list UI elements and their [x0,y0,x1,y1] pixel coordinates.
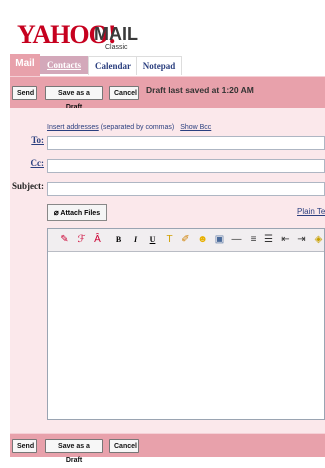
outdent-icon[interactable]: ⇤ [279,233,292,246]
compose-toolbar-top: Send Save as a Draft Cancel Draft last s… [10,76,325,111]
subject-label: Subject: [12,181,44,191]
tab-contacts[interactable]: Contacts [40,56,88,74]
logo-product: MAIL [94,24,138,44]
attach-files-button[interactable]: ⌀ Attach Files [47,204,107,221]
save-draft-button-bottom[interactable]: Save as a Draft [45,439,103,464]
italic-icon[interactable]: I [129,233,142,246]
main-tabs: Mail Contacts Calendar Notepad [0,54,325,76]
save-draft-button[interactable]: Save as a Draft [45,86,103,111]
plain-text-link[interactable]: Plain Tex [297,207,325,216]
insert-addresses-link[interactable]: Insert addresses [47,124,99,131]
stationery-icon[interactable]: ◈ [312,233,325,246]
cc-label[interactable]: Cc: [30,158,45,168]
compose-panel: Insert addresses (separated by commas) S… [10,108,325,433]
indent-icon[interactable]: ⇥ [295,233,308,246]
font-face-icon[interactable]: ℱ [75,233,88,246]
underline-icon[interactable]: U [146,233,159,246]
to-label[interactable]: To: [30,135,44,145]
cc-field[interactable] [47,159,325,173]
send-button-bottom[interactable]: Send [12,439,37,453]
bold-icon[interactable]: B [112,233,125,246]
cancel-button[interactable]: Cancel [109,86,139,100]
compose-toolbar-bottom: Send Save as a Draft Cancel [10,433,325,464]
tab-mail[interactable]: Mail [10,54,40,76]
separated-note: (separated by commas) [100,124,175,131]
tab-notepad[interactable]: Notepad [136,56,182,75]
to-field[interactable] [47,136,325,150]
highlight-icon[interactable]: ✐ [179,233,192,246]
spellcheck-icon[interactable]: ✎ [58,233,71,246]
bullet-list-icon[interactable]: ≡ [247,233,260,246]
emoticon-icon[interactable]: ☻ [196,233,209,246]
editor-toolbar: ✎ ℱ Â B I U T ✐ ☻ ▣ — ≡ ☰ ⇤ ⇥ ◈ [48,229,324,252]
message-body[interactable] [48,252,324,419]
insert-addresses-line: Insert addresses (separated by commas) S… [47,124,211,131]
horizontal-rule-icon[interactable]: — [230,233,243,246]
numbered-list-icon[interactable]: ☰ [262,233,275,246]
subject-field[interactable] [47,182,325,196]
message-editor: ✎ ℱ Â B I U T ✐ ☻ ▣ — ≡ ☰ ⇤ ⇥ ◈ [47,228,325,420]
paperclip-icon: ⌀ [53,208,59,217]
image-icon[interactable]: ▣ [213,233,226,246]
cancel-button-bottom[interactable]: Cancel [109,439,139,453]
logo-edition: Classic [105,44,128,51]
draft-status: Draft last saved at 1:20 AM [146,85,254,95]
show-bcc-link[interactable]: Show Bcc [180,124,211,131]
font-size-icon[interactable]: Â [91,233,104,246]
attach-files-label: Attach Files [60,210,101,217]
send-button[interactable]: Send [12,86,37,100]
text-color-icon[interactable]: T [163,233,176,246]
tab-calendar[interactable]: Calendar [88,56,138,75]
